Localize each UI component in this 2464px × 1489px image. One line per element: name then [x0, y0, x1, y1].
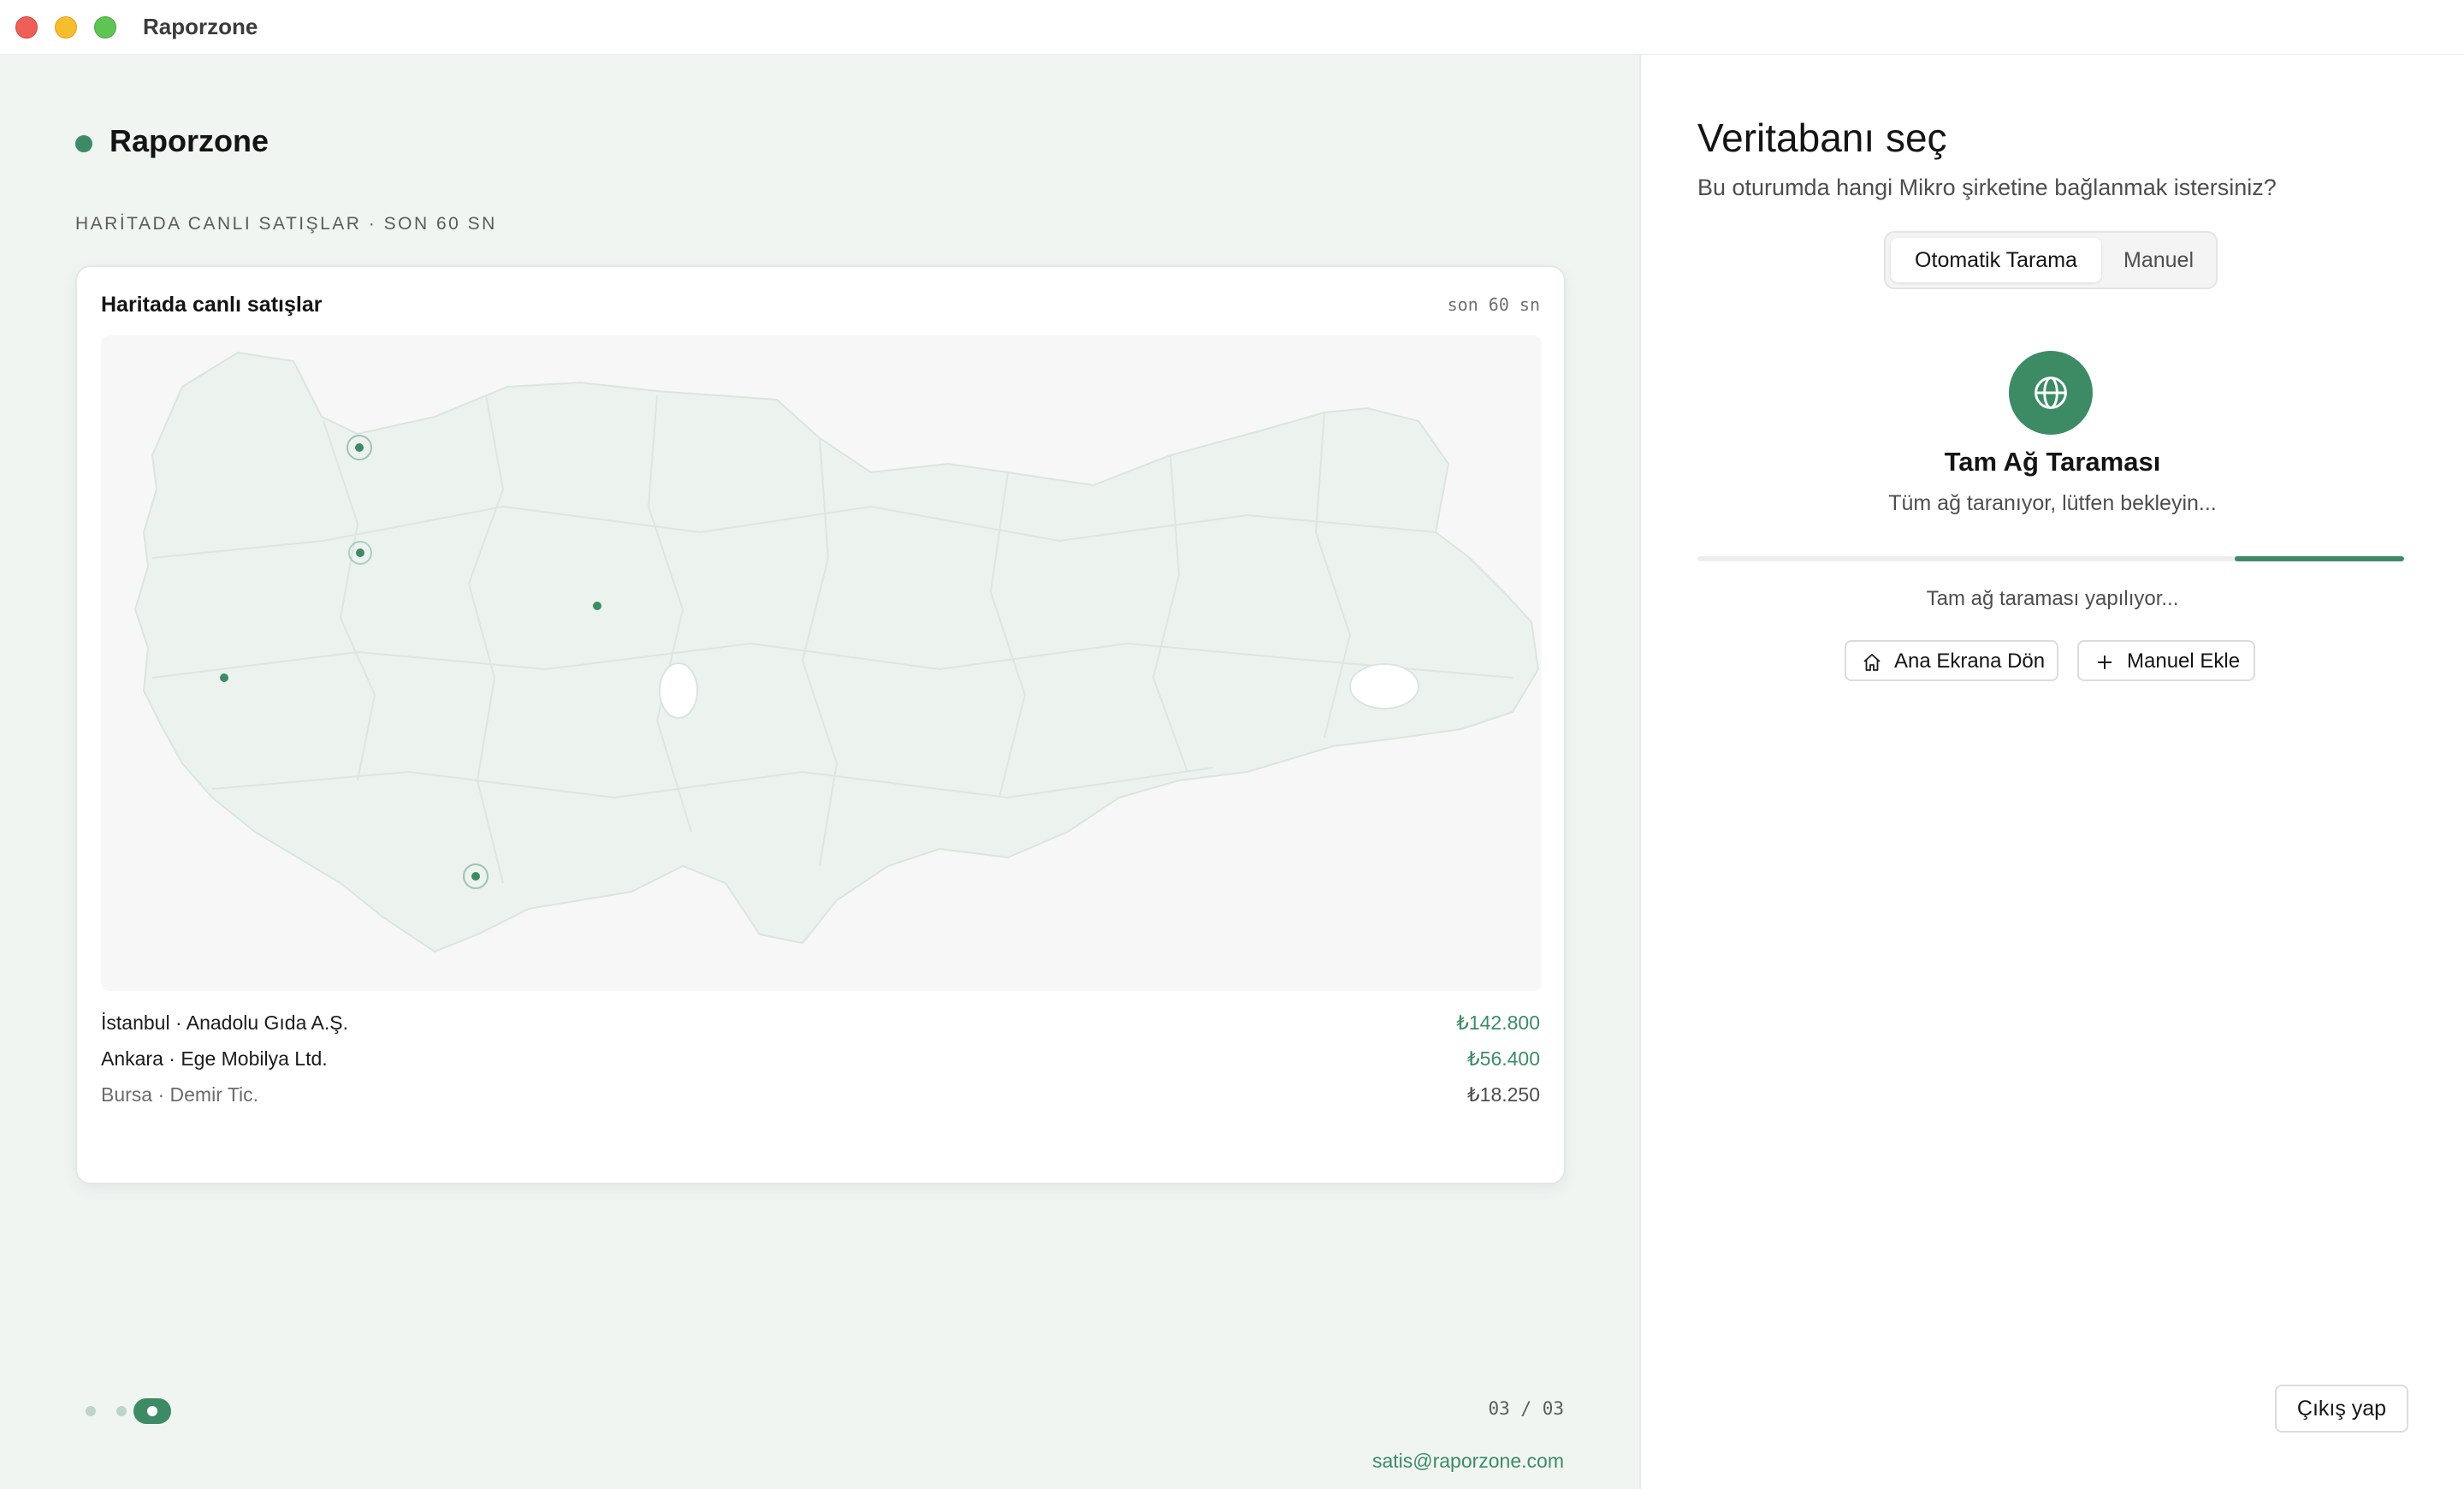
back-to-home-button[interactable]: Ana Ekrana Dön	[1845, 640, 2058, 681]
brand-name: Raporzone	[110, 123, 270, 158]
scan-status: Tam ağ taraması yapılıyor...	[1926, 587, 2179, 610]
window-titlebar: Raporzone	[0, 0, 2464, 55]
list-item: İstanbul · Anadolu Gıda A.Ş. ₺142.800	[101, 1011, 1540, 1042]
home-icon	[1863, 654, 1881, 671]
turkey-map	[101, 335, 1542, 991]
page-dot-1[interactable]	[86, 1406, 96, 1416]
sale-amount: ₺142.800	[1456, 1011, 1540, 1034]
brand-dot-icon	[75, 135, 92, 152]
back-to-home-label: Ana Ekrana Dön	[1894, 650, 2046, 673]
promo-panel: Raporzone HARİTADA CANLI SATIŞLAR · SON …	[0, 55, 1641, 1489]
tab-automatic-scan[interactable]: Otomatik Tarama	[1891, 238, 2101, 282]
contact-email-link[interactable]: satis@raporzone.com	[1372, 1450, 1564, 1473]
scan-icon-badge	[2009, 351, 2093, 435]
sale-marker-ankara	[593, 602, 601, 610]
close-window-button[interactable]	[15, 16, 38, 39]
page-dot-3-active[interactable]	[133, 1398, 171, 1424]
manual-add-button[interactable]: Manuel Ekle	[2077, 640, 2255, 681]
globe-icon	[2035, 377, 2067, 409]
tab-manual[interactable]: Manuel	[2105, 238, 2212, 282]
mode-tabs: Otomatik Tarama Manuel	[1884, 231, 2218, 289]
sale-marker-izmir	[220, 673, 228, 682]
card-meta: son 60 sn	[1447, 294, 1540, 315]
scan-progress-fill	[2234, 556, 2404, 561]
zoom-window-button[interactable]	[94, 16, 116, 39]
sale-name: Bursa · Demir Tic.	[101, 1083, 259, 1106]
scan-progress-bar	[1697, 556, 2404, 561]
manual-add-label: Manuel Ekle	[2127, 650, 2241, 673]
scan-subtitle: Tüm ağ taranıyor, lütfen bekleyin...	[1888, 491, 2217, 515]
section-label: HARİTADA CANLI SATIŞLAR · SON 60 SN	[75, 214, 497, 234]
page-subtitle: Bu oturumda hangi Mikro şirketine bağlan…	[1697, 175, 2277, 200]
map-illustration	[133, 351, 1540, 953]
live-sales-card: Haritada canlı satışlar son 60 sn İstanb…	[75, 265, 1566, 1184]
sale-amount: ₺18.250	[1467, 1083, 1540, 1106]
page-counter: 03 / 03	[1488, 1398, 1564, 1419]
page-dot-2[interactable]	[116, 1406, 127, 1416]
window-title: Raporzone	[143, 14, 258, 39]
scan-title: Tam Ağ Taraması	[1944, 447, 2161, 477]
page-title: Veritabanı seç	[1697, 116, 1947, 160]
sale-name: Ankara · Ege Mobilya Ltd.	[101, 1047, 328, 1070]
list-item: Bursa · Demir Tic. ₺18.250	[101, 1083, 1540, 1114]
minimize-window-button[interactable]	[55, 16, 77, 39]
database-select-panel: Veritabanı seç Bu oturumda hangi Mikro ş…	[1641, 55, 2464, 1489]
sale-amount: ₺56.400	[1467, 1047, 1540, 1070]
logout-button[interactable]: Çıkış yap	[2275, 1385, 2408, 1433]
sale-name: İstanbul · Anadolu Gıda A.Ş.	[101, 1011, 348, 1034]
plus-icon	[2098, 656, 2112, 669]
list-item: Ankara · Ege Mobilya Ltd. ₺56.400	[101, 1047, 1540, 1078]
card-title: Haritada canlı satışlar	[101, 293, 323, 317]
turkey-outline	[133, 351, 1540, 953]
